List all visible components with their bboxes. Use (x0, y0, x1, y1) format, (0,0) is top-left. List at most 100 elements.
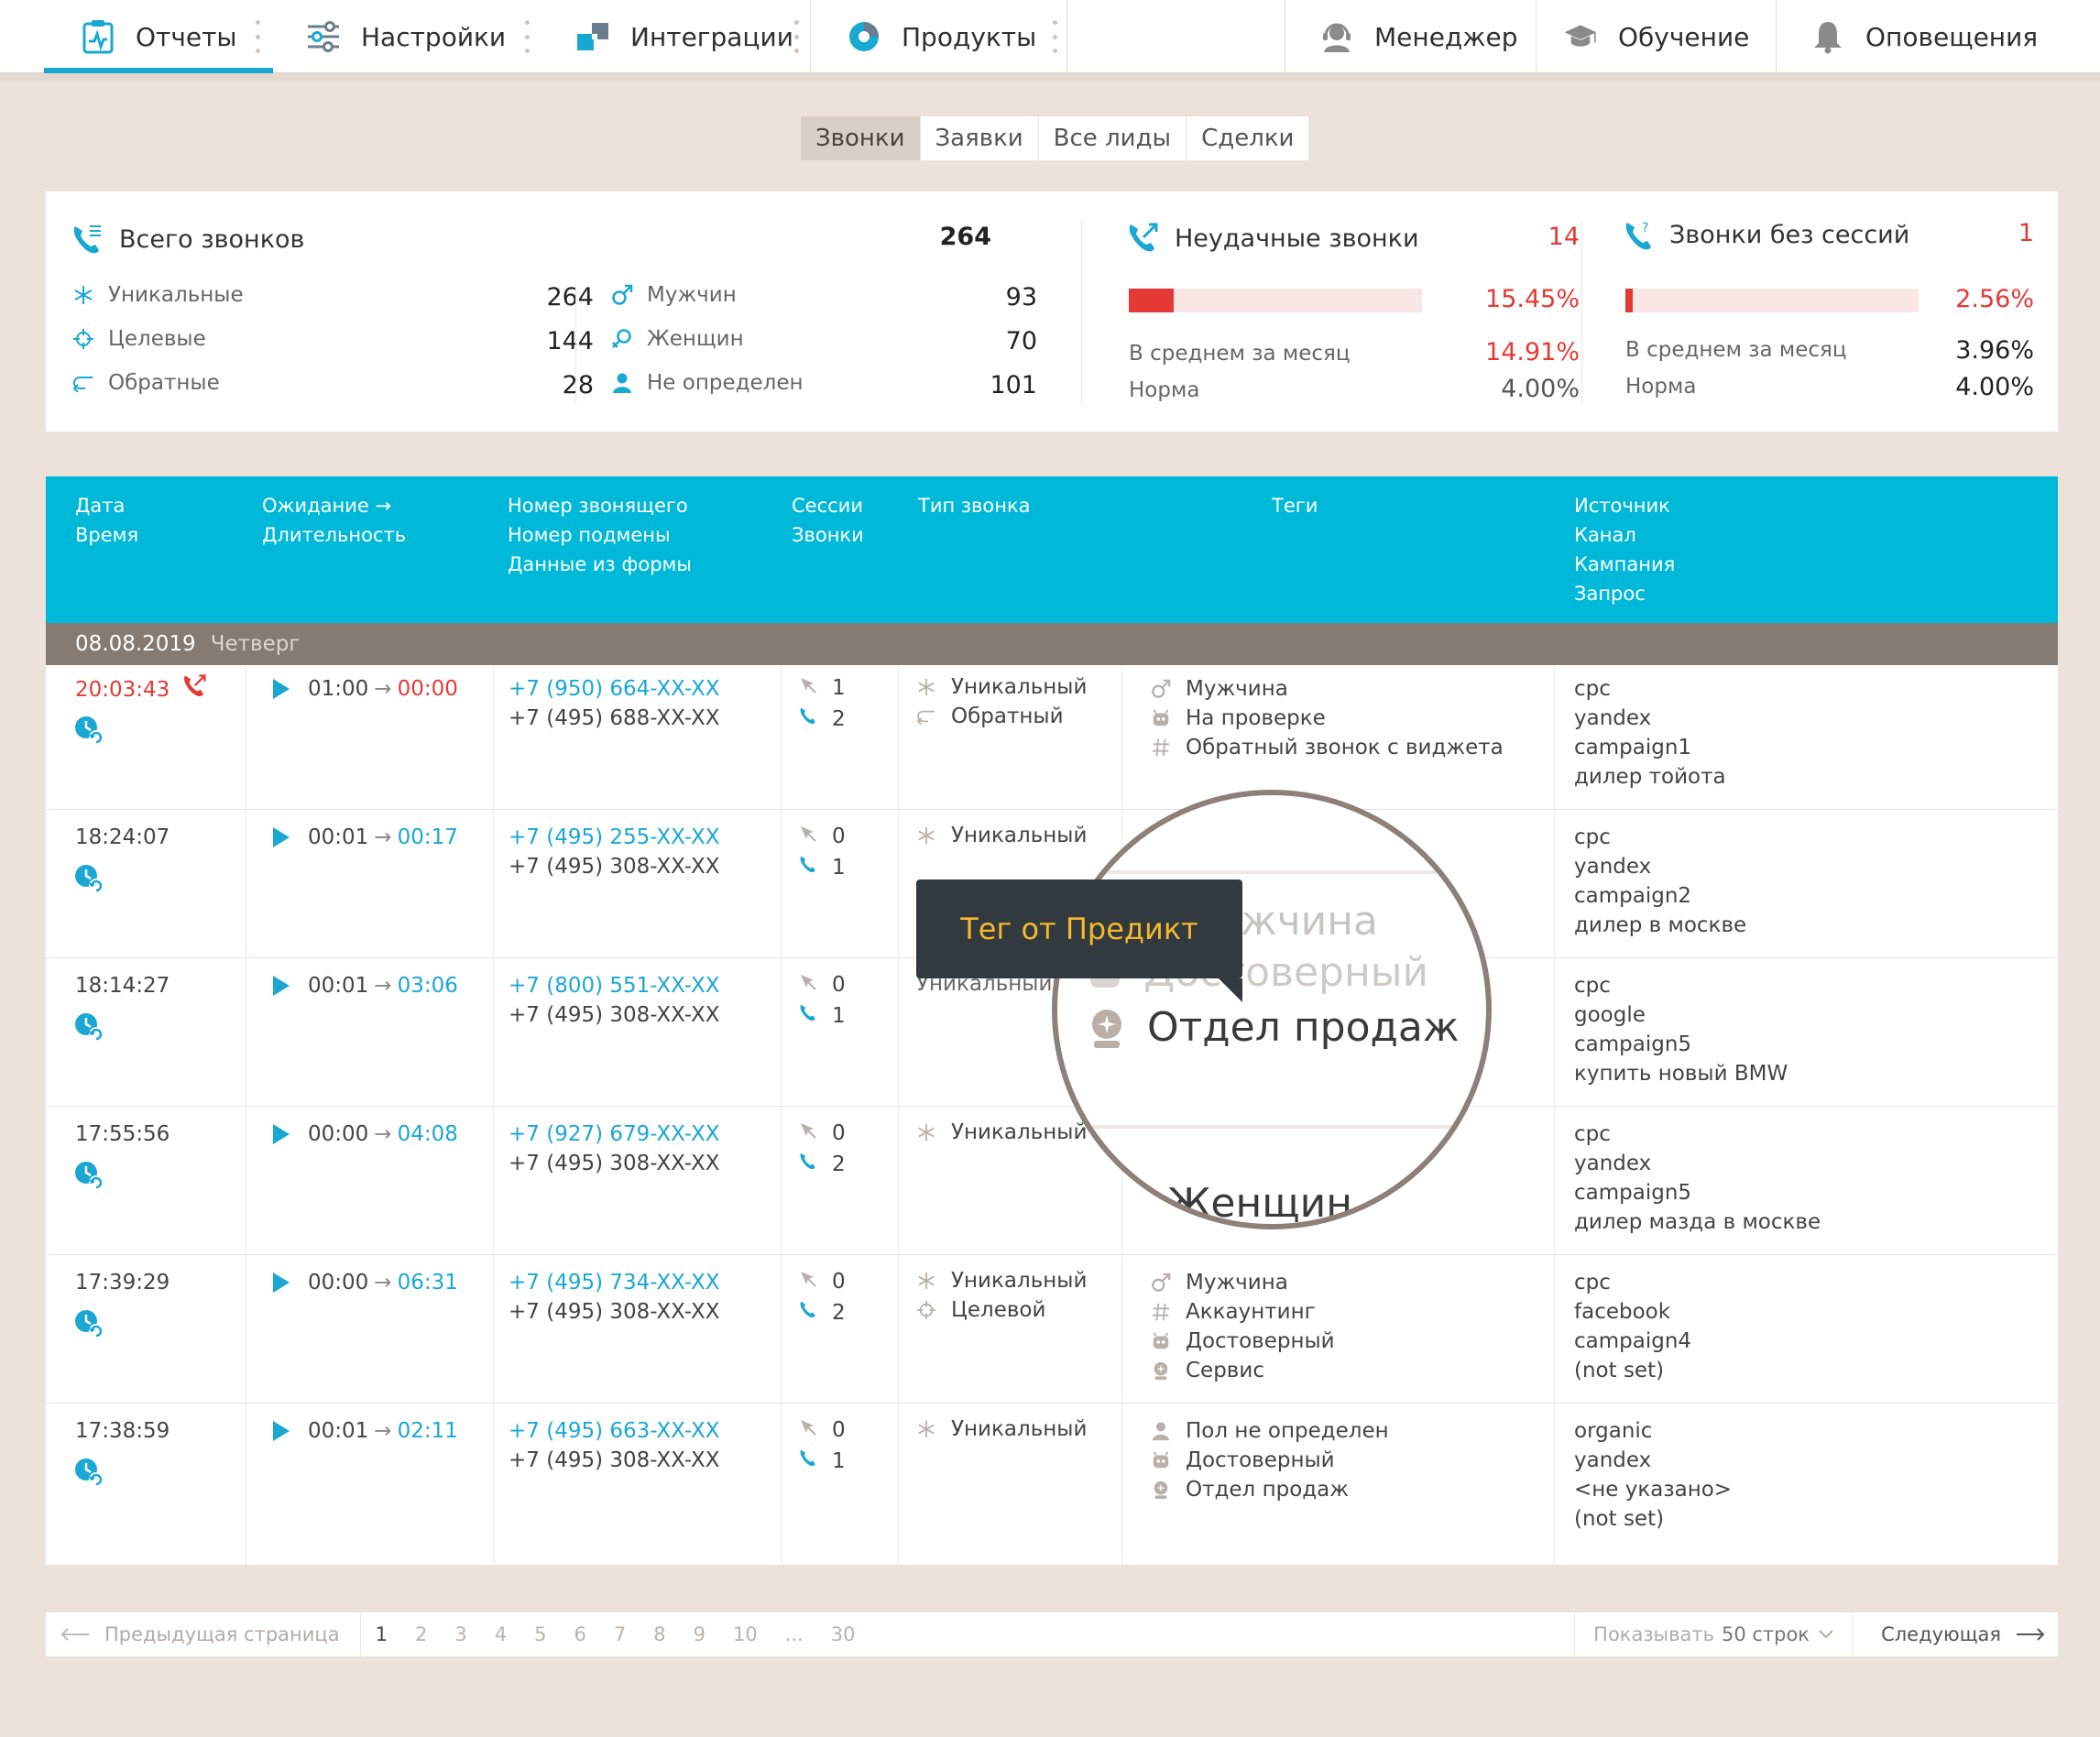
column-divider (1554, 665, 1555, 1565)
substitute-number: +7 (495) 308-XX-XX (509, 1003, 720, 1027)
play-icon[interactable] (273, 1421, 290, 1441)
tab-calls[interactable]: Звонки (801, 116, 921, 160)
predict-icon (1151, 1360, 1171, 1381)
page-number[interactable]: 7 (614, 1623, 626, 1645)
nav-integrations[interactable]: Интеграции (575, 0, 793, 73)
asterisk-icon (71, 283, 95, 307)
cursor-icon (799, 673, 817, 703)
caller-number-link[interactable]: +7 (927) 679-XX-XX (509, 1120, 719, 1149)
page-number[interactable]: 8 (653, 1623, 665, 1645)
page-number[interactable]: 3 (454, 1623, 466, 1645)
header-wait[interactable]: Ожидание → Длительность (262, 491, 406, 550)
session-history-icon[interactable] (73, 863, 104, 902)
nav-divider (1536, 0, 1537, 73)
page-number[interactable]: 6 (574, 1623, 585, 1645)
header-source[interactable]: Источник Канал Кампания Запрос (1574, 491, 1675, 608)
nav-divider (810, 0, 811, 73)
prev-page-button[interactable]: Предыдущая страница (46, 1612, 361, 1656)
tab-all-leads[interactable]: Все лиды (1039, 116, 1187, 160)
table-row[interactable]: 20:03:43 01:00 → 00:00 +7 (950) 664-XX-XX +7 … (46, 665, 2058, 810)
table-row[interactable]: 17:39:29 00:00 → 06:31 +7 (495) 734-XX-XX +7 … (46, 1259, 2058, 1404)
session-history-icon[interactable] (73, 1308, 104, 1348)
page-number[interactable]: 30 (831, 1623, 856, 1645)
substitute-number: +7 (495) 308-XX-XX (509, 1152, 720, 1175)
phone-icon (799, 705, 817, 734)
tag-item[interactable]: Отдел продаж (1151, 1475, 1389, 1504)
nav-products[interactable]: Продукты (847, 0, 1036, 73)
call-source: cpc facebook campaign4 (not set) (1574, 1271, 1692, 1382)
tab-requests[interactable]: Заявки (921, 116, 1039, 160)
header-type[interactable]: Тип звонка (918, 491, 1031, 520)
phone-icon (799, 853, 817, 882)
target-icon (916, 1300, 936, 1320)
nav-manager[interactable]: Менеджер (1319, 0, 1518, 73)
magnifier-divider (1057, 870, 1486, 874)
failed-calls-bar (1129, 289, 1422, 312)
page-number[interactable]: 1 (376, 1623, 388, 1645)
session-history-icon[interactable] (73, 715, 104, 754)
products-icon (847, 19, 881, 54)
header-sessions[interactable]: Сессии Звонки (792, 491, 864, 550)
table-row[interactable]: 17:55:56 00:00 → 04:08 +7 (927) 679-XX-XX +7 … (46, 1110, 2058, 1255)
nosession-avg-value: 3.96% (1955, 336, 2034, 365)
stat-male: Мужчин (610, 283, 737, 307)
nav-notifications[interactable]: Оповещения (1810, 0, 2038, 73)
header-number[interactable]: Номер звонящего Номер подмены Данные из фо… (508, 491, 692, 579)
call-numbers: +7 (495) 734-XX-XX +7 (495) 308-XX-XX (509, 1268, 719, 1327)
nav-divider (1776, 0, 1777, 73)
play-icon[interactable] (273, 827, 290, 847)
stat-undefined: Не определен (610, 371, 804, 395)
rows-per-page-select[interactable]: Показывать 50 строк (1574, 1612, 1853, 1656)
session-history-icon[interactable] (73, 1160, 104, 1199)
tag-item[interactable]: Достоверный (1151, 1446, 1389, 1475)
caller-number-link[interactable]: +7 (495) 734-XX-XX (509, 1268, 719, 1297)
play-icon[interactable] (273, 976, 290, 996)
stat-undefined-value: 101 (990, 371, 1037, 399)
next-page-button[interactable]: Следующая (1881, 1612, 2045, 1656)
stats-panel: Всего звонков 264 Уникальные 264 Целевые… (46, 191, 2058, 432)
call-time: 17:38:59 (75, 1419, 170, 1443)
page-number[interactable]: 5 (534, 1623, 546, 1645)
group-weekday: Четверг (210, 632, 301, 656)
nav-settings[interactable]: Настройки (306, 0, 506, 73)
predict-tag-tooltip: Тег от Предикт (916, 879, 1242, 1002)
play-icon[interactable] (273, 1124, 290, 1144)
caller-number-link[interactable]: +7 (495) 663-XX-XX (509, 1416, 719, 1446)
tag-item[interactable]: Достоверный (1151, 1327, 1335, 1356)
play-icon[interactable] (273, 1273, 290, 1293)
header-tags[interactable]: Теги (1272, 491, 1318, 520)
caller-number-link[interactable]: +7 (800) 551-XX-XX (509, 971, 719, 1000)
call-tags: Пол не определен Достоверный Отдел продаж (1151, 1416, 1389, 1504)
nav-education[interactable]: Обучение (1563, 0, 1749, 73)
svg-text:?: ? (1642, 221, 1648, 235)
caller-number-link[interactable]: +7 (495) 255-XX-XX (509, 823, 719, 852)
magnifier-tag-sales: Отдел продаж (1085, 1004, 1460, 1051)
session-history-icon[interactable] (73, 1011, 104, 1051)
phone-list-icon (71, 223, 103, 256)
play-icon[interactable] (273, 679, 290, 699)
nav-label: Настройки (361, 21, 507, 52)
nav-reports[interactable]: Отчеты (81, 0, 237, 73)
nosession-calls-percent: 2.56% (1955, 285, 2034, 313)
tag-item[interactable]: Пол не определен (1151, 1416, 1389, 1446)
tag-item[interactable]: Мужчина (1151, 1268, 1335, 1297)
tag-item[interactable]: На проверке (1151, 704, 1504, 733)
tag-item[interactable]: Аккаунтинг (1151, 1297, 1335, 1327)
page-number[interactable]: 10 (733, 1623, 758, 1645)
page-number[interactable]: 2 (415, 1623, 427, 1645)
page-number[interactable]: 9 (694, 1623, 705, 1645)
tab-deals[interactable]: Сделки (1187, 116, 1310, 160)
tag-item[interactable]: Обратный звонок с виджета (1151, 733, 1504, 762)
page-number[interactable]: 4 (495, 1623, 507, 1645)
call-numbers: +7 (495) 663-XX-XX +7 (495) 308-XX-XX (509, 1416, 719, 1475)
table-row[interactable]: 17:38:59 00:01 → 02:11 +7 (495) 663-XX-XX +7 … (46, 1407, 2058, 1552)
robot-icon (1151, 1331, 1171, 1351)
header-date[interactable]: Дата Время (75, 491, 138, 550)
call-time: 17:55:56 (75, 1122, 170, 1146)
nav-label: Менеджер (1374, 21, 1518, 52)
stat-target-value: 144 (546, 327, 594, 355)
tag-item[interactable]: Сервис (1151, 1356, 1335, 1385)
session-history-icon[interactable] (73, 1457, 104, 1496)
tag-item[interactable]: Мужчина (1151, 674, 1504, 704)
caller-number-link[interactable]: +7 (950) 664-XX-XX (509, 674, 719, 704)
